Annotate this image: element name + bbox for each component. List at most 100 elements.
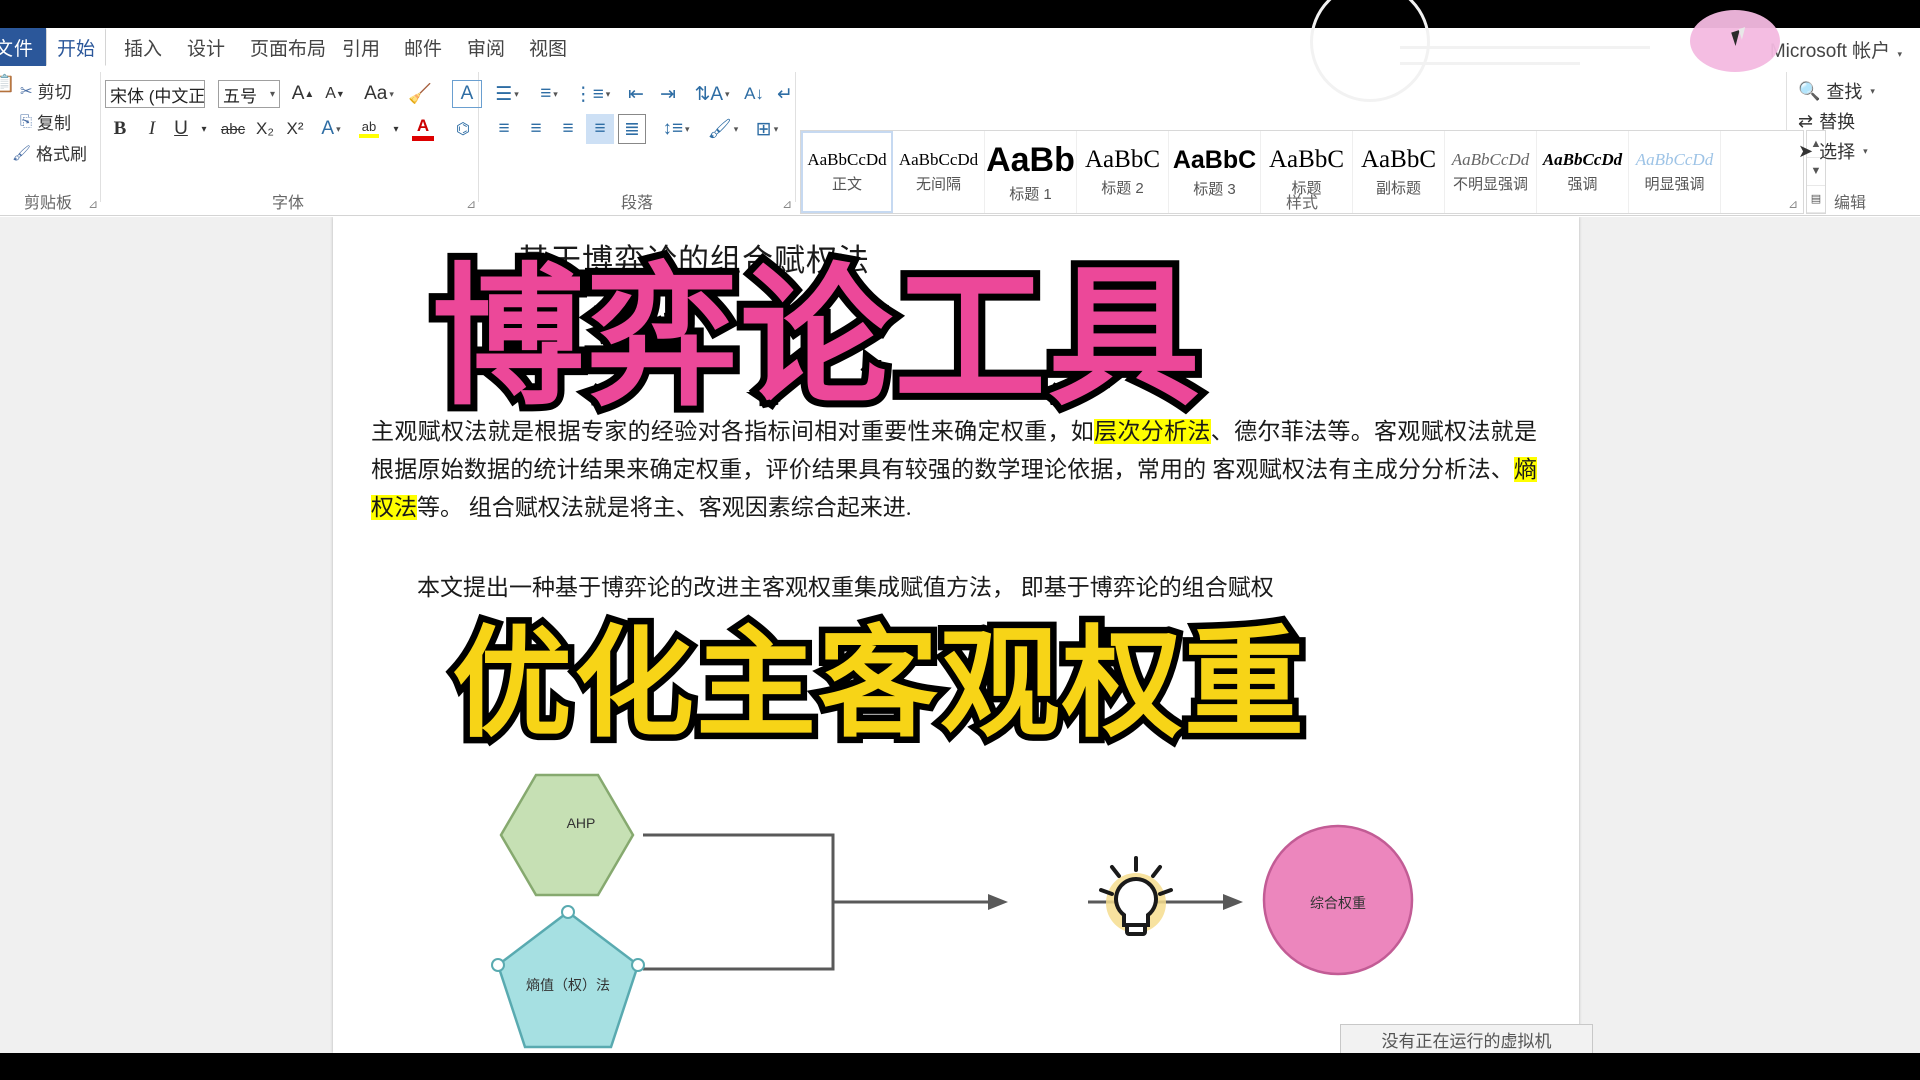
align-left-button[interactable]: ≡ — [490, 114, 518, 144]
vm-status-text: 没有正在运行的虚拟机 — [1381, 1031, 1552, 1051]
underline-button[interactable]: U — [168, 114, 194, 144]
style-preview: AaBbC — [1172, 145, 1257, 174]
justify-button[interactable]: ≡ — [586, 114, 614, 144]
diagram-lightbulb-icon — [1099, 856, 1173, 936]
overlay-caption-1: 博弈论工具 — [425, 249, 1207, 426]
copy-icon: ⎘ — [20, 113, 33, 130]
highlight-color-swatch — [359, 133, 379, 138]
align-right-icon: ≡ — [562, 118, 574, 139]
select-pointer-icon: ➤ — [1798, 140, 1814, 161]
align-left-icon: ≡ — [498, 118, 510, 139]
diagram-hexagon-label: AHP — [566, 815, 596, 831]
chevron-down-icon: ▾ — [1863, 145, 1868, 156]
numbered-list-icon: ≡ — [540, 83, 552, 104]
replace-button[interactable]: ⇄ 替换 — [1798, 108, 1855, 134]
strikethrough-button[interactable]: abc — [216, 116, 250, 142]
increase-indent-icon: ⇥ — [660, 83, 676, 105]
tab-page-layout[interactable]: 页面布局 — [238, 28, 338, 66]
multilevel-list-button[interactable]: ⋮≡ ▾ — [574, 80, 611, 108]
cut-label: 剪切 — [37, 83, 72, 102]
distribute-button[interactable]: ≣ — [618, 114, 646, 144]
italic-icon: I — [148, 118, 156, 139]
chevron-down-icon: ▾ — [725, 88, 730, 99]
style-preview: AaBbC — [1269, 146, 1344, 173]
chevron-down-icon: ▾ — [336, 123, 341, 134]
sort-az-button[interactable]: A↓ — [740, 80, 768, 108]
char-border-button[interactable]: A — [452, 80, 482, 108]
replace-icon: ⇄ — [1798, 110, 1814, 131]
font-name-value: 宋体 (中文正文 — [110, 86, 205, 106]
shading-button[interactable]: 🖌 ▾ — [706, 114, 740, 144]
format-painter-label: 格式刷 — [36, 145, 88, 164]
clear-formatting-button[interactable]: 🧹 — [406, 80, 434, 108]
tab-insert[interactable]: 插入 — [112, 28, 174, 66]
tab-design[interactable]: 设计 — [175, 28, 237, 66]
letterbox-bottom — [0, 1053, 1920, 1080]
scissors-icon: ✂ — [20, 82, 33, 100]
sort-icon: ⇅A — [694, 83, 724, 105]
microsoft-account-label[interactable]: Microsoft 帐户 ▾ — [1770, 36, 1902, 63]
bullet-list-button[interactable]: ☰ ▾ — [490, 80, 524, 108]
document-paragraph-1: 主观赋权法就是根据专家的经验对各指标间相对重要性来确定权重，如层次分析法、德尔菲… — [371, 413, 1537, 527]
text-effects-button[interactable]: A ▾ — [318, 114, 344, 144]
subscript-button[interactable]: X₂ — [252, 116, 278, 142]
paragraph-dialog-launcher[interactable]: ⊿ — [782, 197, 792, 211]
find-label: 查找 — [1826, 82, 1863, 102]
align-right-button[interactable]: ≡ — [554, 114, 582, 144]
tab-home[interactable]: 开始 — [46, 28, 106, 66]
font-size-combo[interactable]: 五号 ▾ — [218, 80, 280, 108]
style-preview: AaBbCcDd — [1635, 150, 1714, 169]
group-label-editing: 编辑 — [1833, 195, 1866, 212]
phonetic-guide-button[interactable]: ⌬ — [448, 114, 478, 144]
bold-button[interactable]: B — [107, 114, 133, 144]
tab-review[interactable]: 审阅 — [455, 28, 517, 66]
font-color-button[interactable]: A — [408, 112, 438, 144]
diagram-hexagon-ahp[interactable] — [499, 773, 635, 897]
borders-button[interactable]: ⊞ ▾ — [750, 114, 784, 144]
font-name-combo[interactable]: 宋体 (中文正文 ▾ — [105, 80, 205, 108]
tab-file[interactable]: 文件 — [0, 28, 50, 66]
decrease-indent-button[interactable]: ⇤ — [622, 80, 650, 108]
strikethrough-icon: abc — [220, 120, 246, 138]
underline-dropdown[interactable]: ▾ — [196, 114, 212, 144]
paste-icon: 📋 — [0, 74, 16, 93]
font-dialog-launcher[interactable]: ⊿ — [466, 197, 476, 211]
paste-button[interactable]: 📋 — [0, 74, 15, 94]
find-button[interactable]: 🔍 查找 ▾ — [1798, 78, 1875, 104]
format-painter-button[interactable]: 🖌 格式刷 — [12, 140, 87, 165]
highlight-dropdown[interactable]: ▾ — [388, 114, 404, 144]
shrink-font-button[interactable]: A ▼ — [322, 80, 348, 108]
chevron-down-icon: ▾ — [201, 123, 207, 135]
superscript-button[interactable]: X² — [282, 116, 308, 142]
italic-button[interactable]: I — [139, 114, 165, 144]
increase-indent-button[interactable]: ⇥ — [654, 80, 682, 108]
chevron-down-icon: ▾ — [514, 88, 519, 99]
replace-label: 替换 — [1819, 112, 1856, 132]
style-preview: AaBbCcDd — [898, 150, 979, 169]
tab-references[interactable]: 引用 — [330, 28, 392, 66]
chevron-down-icon: ▾ — [605, 88, 611, 99]
change-case-button[interactable]: Aa ▾ — [358, 80, 400, 108]
grow-font-button[interactable]: A ▲ — [290, 80, 316, 108]
screen-root: 文件 开始 插入 设计 页面布局 引用 邮件 审阅 视图 Microsoft 帐… — [0, 0, 1920, 1080]
show-formatting-button[interactable]: ↵ — [772, 80, 798, 108]
tab-mailings[interactable]: 邮件 — [392, 28, 454, 66]
superscript-icon: X² — [286, 119, 304, 138]
clipboard-dialog-launcher[interactable]: ⊿ — [88, 197, 98, 211]
align-center-button[interactable]: ≡ — [522, 114, 550, 144]
phonetic-guide-icon: ⌬ — [456, 121, 470, 138]
select-button[interactable]: ➤ 选择 ▾ — [1798, 138, 1868, 164]
highlight-icon: ab — [361, 118, 377, 134]
line-spacing-icon: ↕≡ — [662, 118, 684, 139]
line-spacing-button[interactable]: ↕≡ ▾ — [658, 114, 694, 144]
copy-button[interactable]: ⎘ 复制 — [20, 109, 71, 134]
cut-button[interactable]: ✂ 剪切 — [20, 78, 72, 103]
numbered-list-button[interactable]: ≡ ▾ — [532, 80, 566, 108]
style-preview: AaBbCcDd — [807, 150, 887, 169]
style-preview: AaBbCcDd — [1542, 150, 1623, 169]
sort-button[interactable]: ⇅A ▾ — [694, 80, 730, 108]
justify-icon: ≡ — [594, 118, 606, 139]
text-highlight-button[interactable]: ab — [352, 112, 386, 144]
decrease-indent-icon: ⇤ — [628, 83, 644, 105]
tab-view[interactable]: 视图 — [517, 28, 579, 66]
